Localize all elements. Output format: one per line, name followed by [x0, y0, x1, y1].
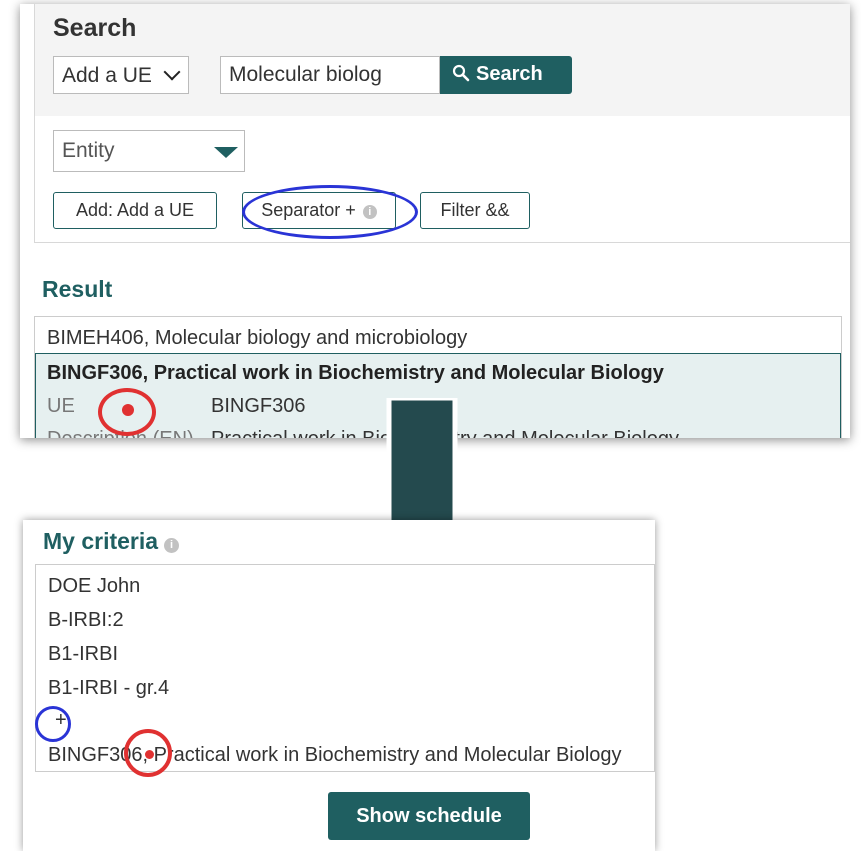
criteria-item[interactable]: B1-IRBI [48, 643, 118, 666]
search-icon [452, 64, 470, 82]
filter-button[interactable]: Filter && [420, 192, 530, 229]
entity-select-value: Entity [62, 139, 115, 162]
red-dot-annotation [122, 404, 134, 416]
search-section: Search Add a UE Molecular biolog Search … [34, 4, 850, 243]
result-title: Result [42, 276, 113, 302]
criteria-title: My criteria i [43, 528, 180, 555]
show-schedule-button[interactable]: Show schedule [328, 792, 530, 840]
separator-highlight-annotation [242, 185, 418, 239]
entity-select[interactable]: Entity [53, 130, 245, 172]
criteria-panel: My criteria i DOE John B-IRBI:2 B1-IRBI B… [23, 520, 655, 851]
field-value: BINGF306 [211, 395, 306, 417]
chevron-down-icon [163, 63, 181, 81]
criteria-item[interactable]: B-IRBI:2 [48, 609, 124, 632]
add-ue-button[interactable]: Add: Add a UE [53, 192, 217, 229]
selected-item-title: BINGF306, Practical work in Biochemistry… [47, 362, 664, 384]
red-dot-annotation [145, 750, 154, 759]
type-select[interactable]: Add a UE [53, 56, 189, 94]
search-panel: Search Add a UE Molecular biolog Search … [20, 4, 850, 438]
search-button[interactable]: Search [440, 56, 572, 94]
field-label: UE [47, 395, 75, 417]
type-select-value: Add a UE [62, 64, 152, 87]
result-item[interactable]: BIMEH406, Molecular biology and microbio… [47, 327, 467, 350]
blue-circle-annotation [35, 706, 71, 742]
search-button-label: Search [476, 63, 543, 85]
search-input[interactable]: Molecular biolog [220, 56, 440, 94]
search-title: Search [53, 14, 137, 42]
info-icon: i [164, 538, 180, 553]
triangle-down-icon [214, 147, 238, 158]
criteria-item[interactable]: DOE John [48, 575, 140, 598]
criteria-title-text: My criteria [43, 528, 159, 554]
criteria-item[interactable]: B1-IRBI - gr.4 [48, 677, 169, 700]
